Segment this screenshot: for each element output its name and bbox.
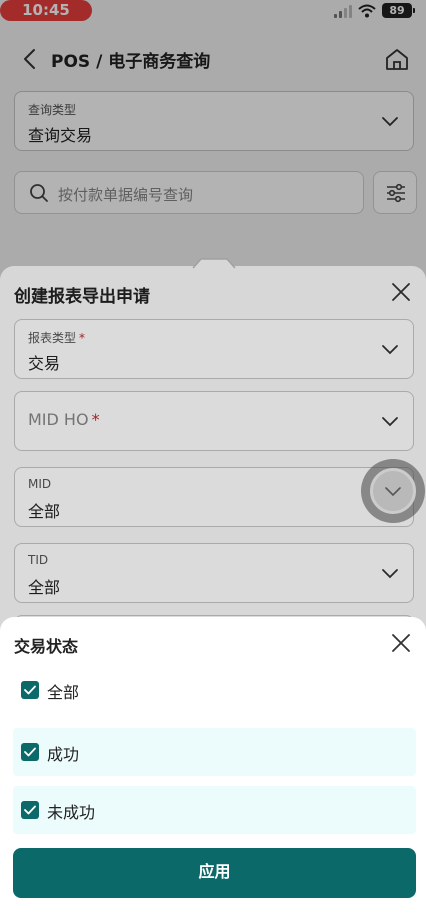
checkbox-checked-icon[interactable] <box>21 743 39 761</box>
status-option-unsuccessful[interactable]: 未成功 <box>13 786 416 834</box>
option-label: 全部 <box>47 683 80 702</box>
checkbox-checked-icon[interactable] <box>21 801 39 819</box>
status-option-all[interactable]: 全部 <box>13 666 416 714</box>
status-option-success[interactable]: 成功 <box>13 728 416 776</box>
transaction-status-sheet: 交易状态 全部 成功 未成功 应用 <box>0 617 426 920</box>
close-icon[interactable] <box>390 632 412 654</box>
checkbox-checked-icon[interactable] <box>21 681 39 699</box>
apply-button[interactable]: 应用 <box>13 848 416 898</box>
option-label: 成功 <box>47 745 80 764</box>
status-sheet-title: 交易状态 <box>14 637 79 656</box>
option-label: 未成功 <box>47 803 96 822</box>
